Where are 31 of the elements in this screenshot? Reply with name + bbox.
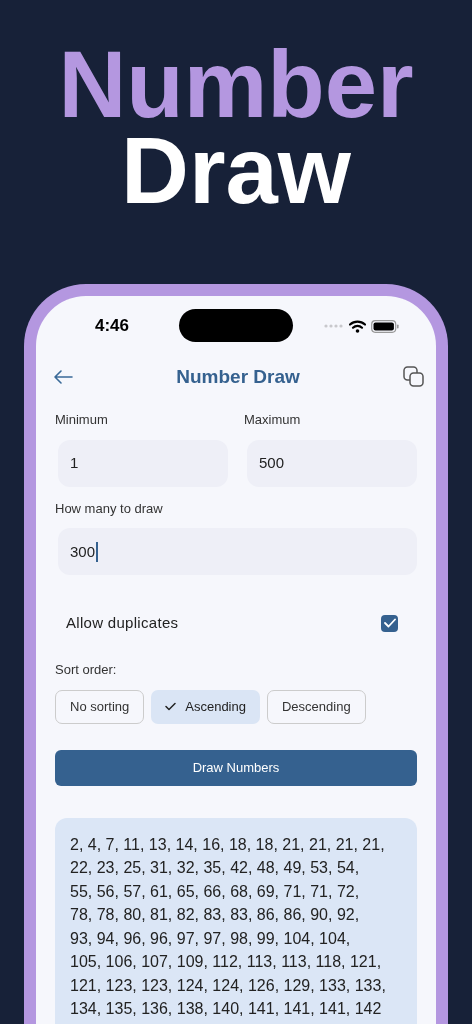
status-time: 4:46 — [95, 315, 130, 338]
result-text: 2, 4, 7, 11, 13, 14, 16, 18, 18, 21, 21, 21, 21, — [70, 834, 385, 855]
input-field[interactable]: 300 — [58, 528, 417, 575]
checkbox[interactable] — [381, 614, 398, 632]
input-field[interactable]: 500 — [247, 439, 417, 487]
headline: Draw — [121, 128, 351, 214]
sort-option[interactable]: Ascending — [151, 689, 260, 724]
result-text: 93, 94, 96, 96, 97, 97, 98, 99, 104, 104, — [70, 928, 351, 949]
result-text: 105, 106, 107, 109, 112, 113, 113, 118, 121, — [70, 952, 382, 972]
battery-icon — [371, 319, 399, 333]
result-text: 134, 135, 136, 138, 140, 141, 141, 141, 142 — [70, 999, 382, 1019]
headline: Number — [58, 42, 414, 128]
screen-title: Number Draw — [176, 364, 300, 389]
field-label: Minimum — [55, 411, 109, 429]
field-label: How many to draw — [55, 499, 164, 518]
signal-icon — [324, 324, 344, 328]
result-text: 121, 123, 123, 124, 124, 126, 129, 133, 133, — [70, 975, 386, 996]
sort-option[interactable]: No sorting — [55, 689, 145, 724]
field-label: Maximum — [244, 411, 302, 429]
field-label: Sort order: — [55, 661, 118, 679]
sort-option[interactable]: Descending — [266, 689, 366, 724]
draw-numbers-button[interactable]: Draw Numbers — [55, 749, 417, 786]
check-icon — [165, 702, 177, 711]
result-text: 78, 78, 80, 81, 82, 83, 83, 86, 86, 90, 92, — [70, 905, 360, 925]
back-icon[interactable] — [53, 370, 73, 384]
copy-icon[interactable] — [403, 366, 425, 388]
input-field[interactable]: 1 — [58, 439, 228, 487]
result-text: 55, 56, 57, 61, 65, 66, 68, 69, 71, 71, 72, — [70, 881, 360, 902]
wifi-icon — [349, 319, 366, 333]
option-label: Allow duplicates — [66, 612, 179, 633]
result-text: 22, 23, 25, 31, 32, 35, 42, 48, 49, 53, 54, — [70, 858, 360, 878]
